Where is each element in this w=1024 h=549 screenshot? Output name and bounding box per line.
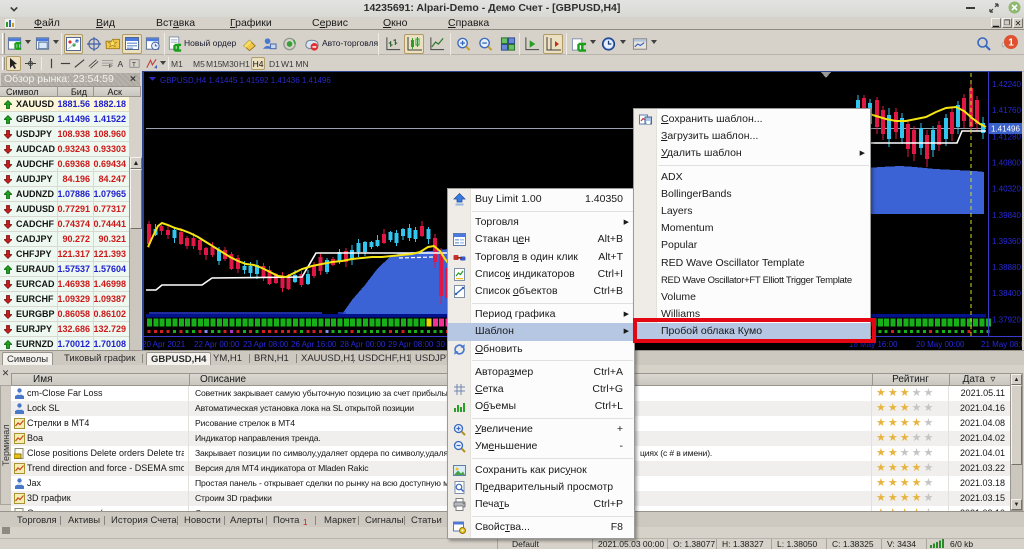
svg-text:1.42240: 1.42240	[992, 80, 1021, 89]
svg-text:26 Apr 16:00: 26 Apr 16:00	[291, 340, 337, 349]
svg-text:1.41496: 1.41496	[991, 125, 1020, 134]
svg-text:20 Apr 2021: 20 Apr 2021	[142, 340, 186, 349]
svg-text:1.37920: 1.37920	[992, 315, 1021, 324]
svg-text:20 May 00:00: 20 May 00:00	[916, 340, 965, 349]
svg-text:GBPUSD,H4 1.41445 1.41592 1.4: GBPUSD,H4 1.41445 1.41592 1.41436 1.4149…	[160, 76, 331, 85]
svg-text:F: F	[109, 64, 112, 70]
svg-text:1.38400: 1.38400	[992, 289, 1021, 298]
svg-text:1.41760: 1.41760	[992, 106, 1021, 115]
svg-text:22 Apr 00:00: 22 Apr 00:00	[194, 340, 240, 349]
svg-text:1: 1	[1008, 38, 1014, 49]
svg-text:23 Apr 08:00: 23 Apr 08:00	[243, 340, 289, 349]
svg-text:1.40800: 1.40800	[992, 158, 1021, 167]
svg-text:1.40320: 1.40320	[992, 185, 1021, 194]
svg-text:28 Apr 00:00: 28 Apr 00:00	[340, 340, 386, 349]
svg-text:1.38880: 1.38880	[992, 263, 1021, 272]
svg-text:1.39840: 1.39840	[992, 211, 1021, 220]
svg-text:29 Apr 08:00: 29 Apr 08:00	[388, 340, 434, 349]
svg-text:A: A	[118, 59, 124, 69]
svg-text:T: T	[132, 61, 136, 68]
svg-text:1.39360: 1.39360	[992, 237, 1021, 246]
svg-text:21 May 08:00: 21 May 08:00	[981, 340, 1022, 349]
